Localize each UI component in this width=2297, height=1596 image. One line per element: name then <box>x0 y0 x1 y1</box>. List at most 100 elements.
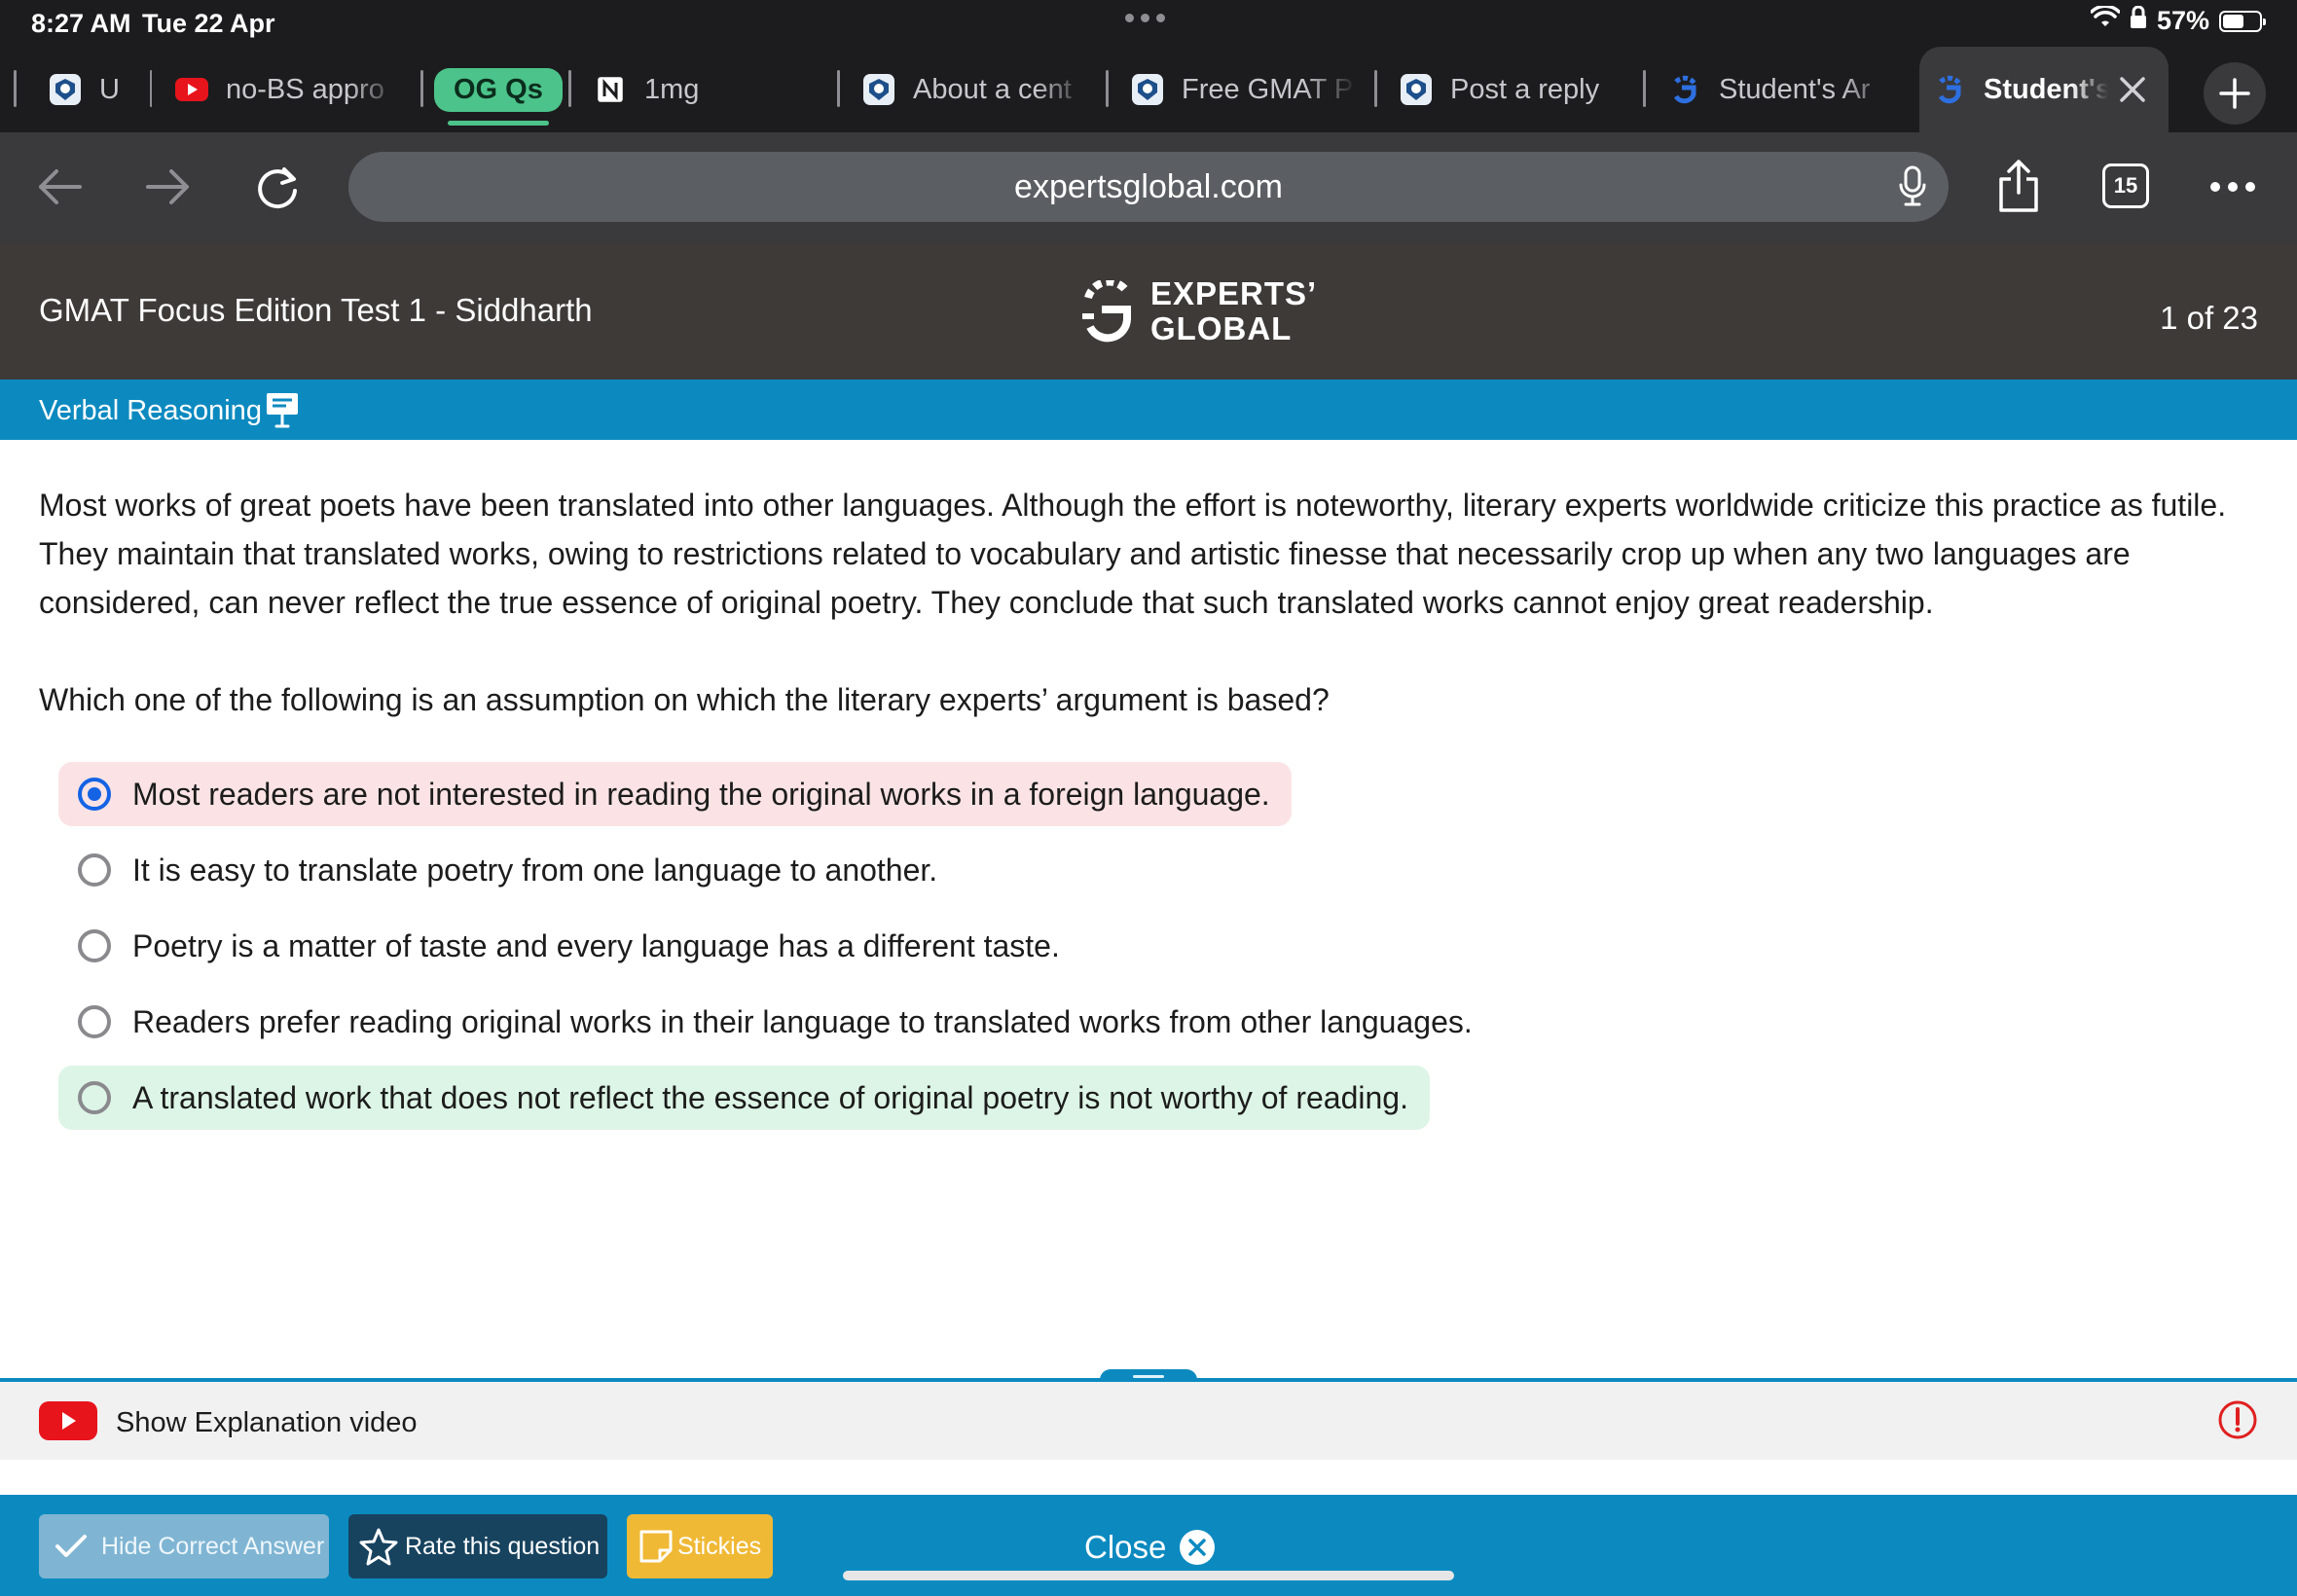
close-tab-icon[interactable] <box>2118 75 2147 104</box>
brand-line-2: GLOBAL <box>1150 310 1293 346</box>
address-bar[interactable]: expertsglobal.com <box>348 152 1949 222</box>
answer-option-a[interactable]: Most readers are not interested in readi… <box>58 762 1292 826</box>
status-right: 57% <box>2090 4 2266 36</box>
tab-4[interactable]: About a cent <box>837 47 1106 132</box>
tab-3[interactable]: 1mg <box>574 47 837 132</box>
question-passage: Most works of great poets have been tran… <box>39 488 2227 620</box>
answer-option-text: A translated work that does not reflect … <box>132 1079 1408 1115</box>
battery-percent: 57% <box>2156 6 2209 35</box>
tab-label: Post a reply <box>1450 73 1600 105</box>
answer-option-text: Most readers are not interested in readi… <box>132 776 1270 812</box>
answer-option-d[interactable]: Readers prefer reading original works in… <box>58 990 1494 1054</box>
tab-strip: U no-BS appro OG Qs 1mg About a cent Fre… <box>0 47 2297 132</box>
question-counter: 1 of 23 <box>2160 300 2258 336</box>
youtube-favicon <box>175 73 208 106</box>
rate-question-button[interactable]: Rate this question <box>348 1514 607 1578</box>
close-label: Close <box>1084 1529 1167 1565</box>
more-icon <box>2209 181 2256 193</box>
answer-option-text: Readers prefer reading original works in… <box>132 1003 1473 1039</box>
radio-button[interactable] <box>78 1005 111 1038</box>
browser-toolbar: expertsglobal.com 15 <box>0 132 2297 243</box>
answer-option-e[interactable]: A translated work that does not reflect … <box>58 1066 1430 1130</box>
close-button[interactable]: Close <box>1084 1528 1217 1567</box>
answer-option-c[interactable]: Poetry is a matter of taste and every la… <box>58 914 1081 978</box>
notion-favicon <box>594 73 627 106</box>
experts-global-favicon <box>1131 73 1164 106</box>
answer-option-text: Poetry is a matter of taste and every la… <box>132 927 1060 963</box>
check-icon <box>55 1533 88 1560</box>
question-stem: Which one of the following is an assumpt… <box>39 682 1330 717</box>
url-text: expertsglobal.com <box>1014 167 1283 205</box>
brand-line-1: EXPERTS’ <box>1150 275 1318 311</box>
lock-rotation-icon <box>2130 5 2147 36</box>
wifi-icon <box>2090 4 2121 36</box>
explanation-panel: Show Explanation video <box>0 1382 2297 1460</box>
hide-correct-answer-label: Hide Correct Answer <box>101 1532 325 1560</box>
tab-label: Student's <box>1984 73 2108 105</box>
section-bar: Verbal Reasoning <box>0 380 2297 440</box>
star-icon <box>358 1527 399 1566</box>
tab-label: 1mg <box>644 73 700 105</box>
report-issue-icon[interactable] <box>2217 1399 2258 1445</box>
share-icon <box>1995 158 2042 214</box>
experts-global-favicon <box>1400 73 1433 106</box>
status-date: Tue 22 Apr <box>142 9 275 38</box>
multitasking-dots[interactable] <box>1125 14 1165 22</box>
radio-button[interactable] <box>78 853 111 887</box>
close-circle-icon <box>1178 1528 1217 1567</box>
plus-icon <box>2218 77 2251 110</box>
forward-button[interactable] <box>144 165 193 208</box>
tab-group-og-qs[interactable]: OG Qs <box>417 47 572 132</box>
tab-label: About a cent <box>913 73 1072 105</box>
tab-label: no-BS appro <box>226 73 384 105</box>
tab-5[interactable]: Free GMAT P <box>1106 47 1374 132</box>
hide-correct-answer-button[interactable]: Hide Correct Answer <box>39 1514 329 1578</box>
experts-global-logo: EXPERTS’ GLOBAL <box>1082 276 1317 346</box>
test-header: GMAT Focus Edition Test 1 - Siddharth EX… <box>0 243 2297 380</box>
radio-button[interactable] <box>78 1081 111 1114</box>
radio-button[interactable] <box>78 929 111 962</box>
show-explanation-video-link[interactable]: Show Explanation video <box>116 1407 418 1439</box>
more-menu-button[interactable] <box>2209 181 2256 193</box>
experts-global-logo-icon <box>1082 280 1137 343</box>
footer-bar: Hide Correct Answer Rate this question S… <box>0 1495 2297 1596</box>
status-bar: 8:27 AM Tue 22 Apr 57% <box>0 0 2297 47</box>
section-name: Verbal Reasoning <box>39 395 262 426</box>
answer-option-text: It is easy to translate poetry from one … <box>132 852 938 888</box>
radio-button[interactable] <box>78 778 111 811</box>
battery-icon <box>2219 10 2266 32</box>
stickies-label: Stickies <box>677 1532 762 1560</box>
test-title: GMAT Focus Edition Test 1 - Siddharth <box>39 292 593 328</box>
tab-0[interactable]: U <box>6 47 152 132</box>
experts-global-blue-favicon <box>1668 73 1701 106</box>
answer-option-b[interactable]: It is easy to translate poetry from one … <box>58 838 959 902</box>
reload-button[interactable] <box>251 162 304 214</box>
tab-label: Student's Ar <box>1719 73 1871 105</box>
experts-global-blue-favicon <box>1933 73 1966 106</box>
tab-group-pill: OG Qs <box>434 67 563 126</box>
arrow-left-icon <box>35 165 84 208</box>
tab-6[interactable]: Post a reply <box>1374 47 1643 132</box>
experts-global-favicon <box>49 73 82 106</box>
home-indicator[interactable] <box>843 1571 1454 1580</box>
youtube-icon[interactable] <box>39 1401 97 1445</box>
tab-7[interactable]: Student's Ar <box>1643 47 1912 132</box>
status-time: 8:27 AM <box>31 9 131 38</box>
reload-icon <box>251 162 304 214</box>
presentation-board-icon[interactable] <box>265 391 300 436</box>
sticky-note-icon <box>638 1529 674 1564</box>
arrow-right-icon <box>144 165 193 208</box>
stickies-button[interactable]: Stickies <box>627 1514 773 1578</box>
tab-count-button[interactable]: 15 <box>2102 163 2149 208</box>
rate-question-label: Rate this question <box>405 1532 601 1560</box>
share-button[interactable] <box>1995 158 2042 214</box>
back-button[interactable] <box>35 165 84 208</box>
tab-label: Free GMAT P <box>1182 73 1354 105</box>
brand-name: EXPERTS’ GLOBAL <box>1150 276 1317 346</box>
microphone-icon[interactable] <box>1898 165 1927 217</box>
new-tab-button[interactable] <box>2204 62 2266 125</box>
tab-active[interactable]: Student's <box>1919 47 2169 132</box>
tab-label: U <box>99 73 120 105</box>
experts-global-favicon <box>862 73 895 106</box>
tab-1[interactable]: no-BS appro <box>154 47 417 132</box>
